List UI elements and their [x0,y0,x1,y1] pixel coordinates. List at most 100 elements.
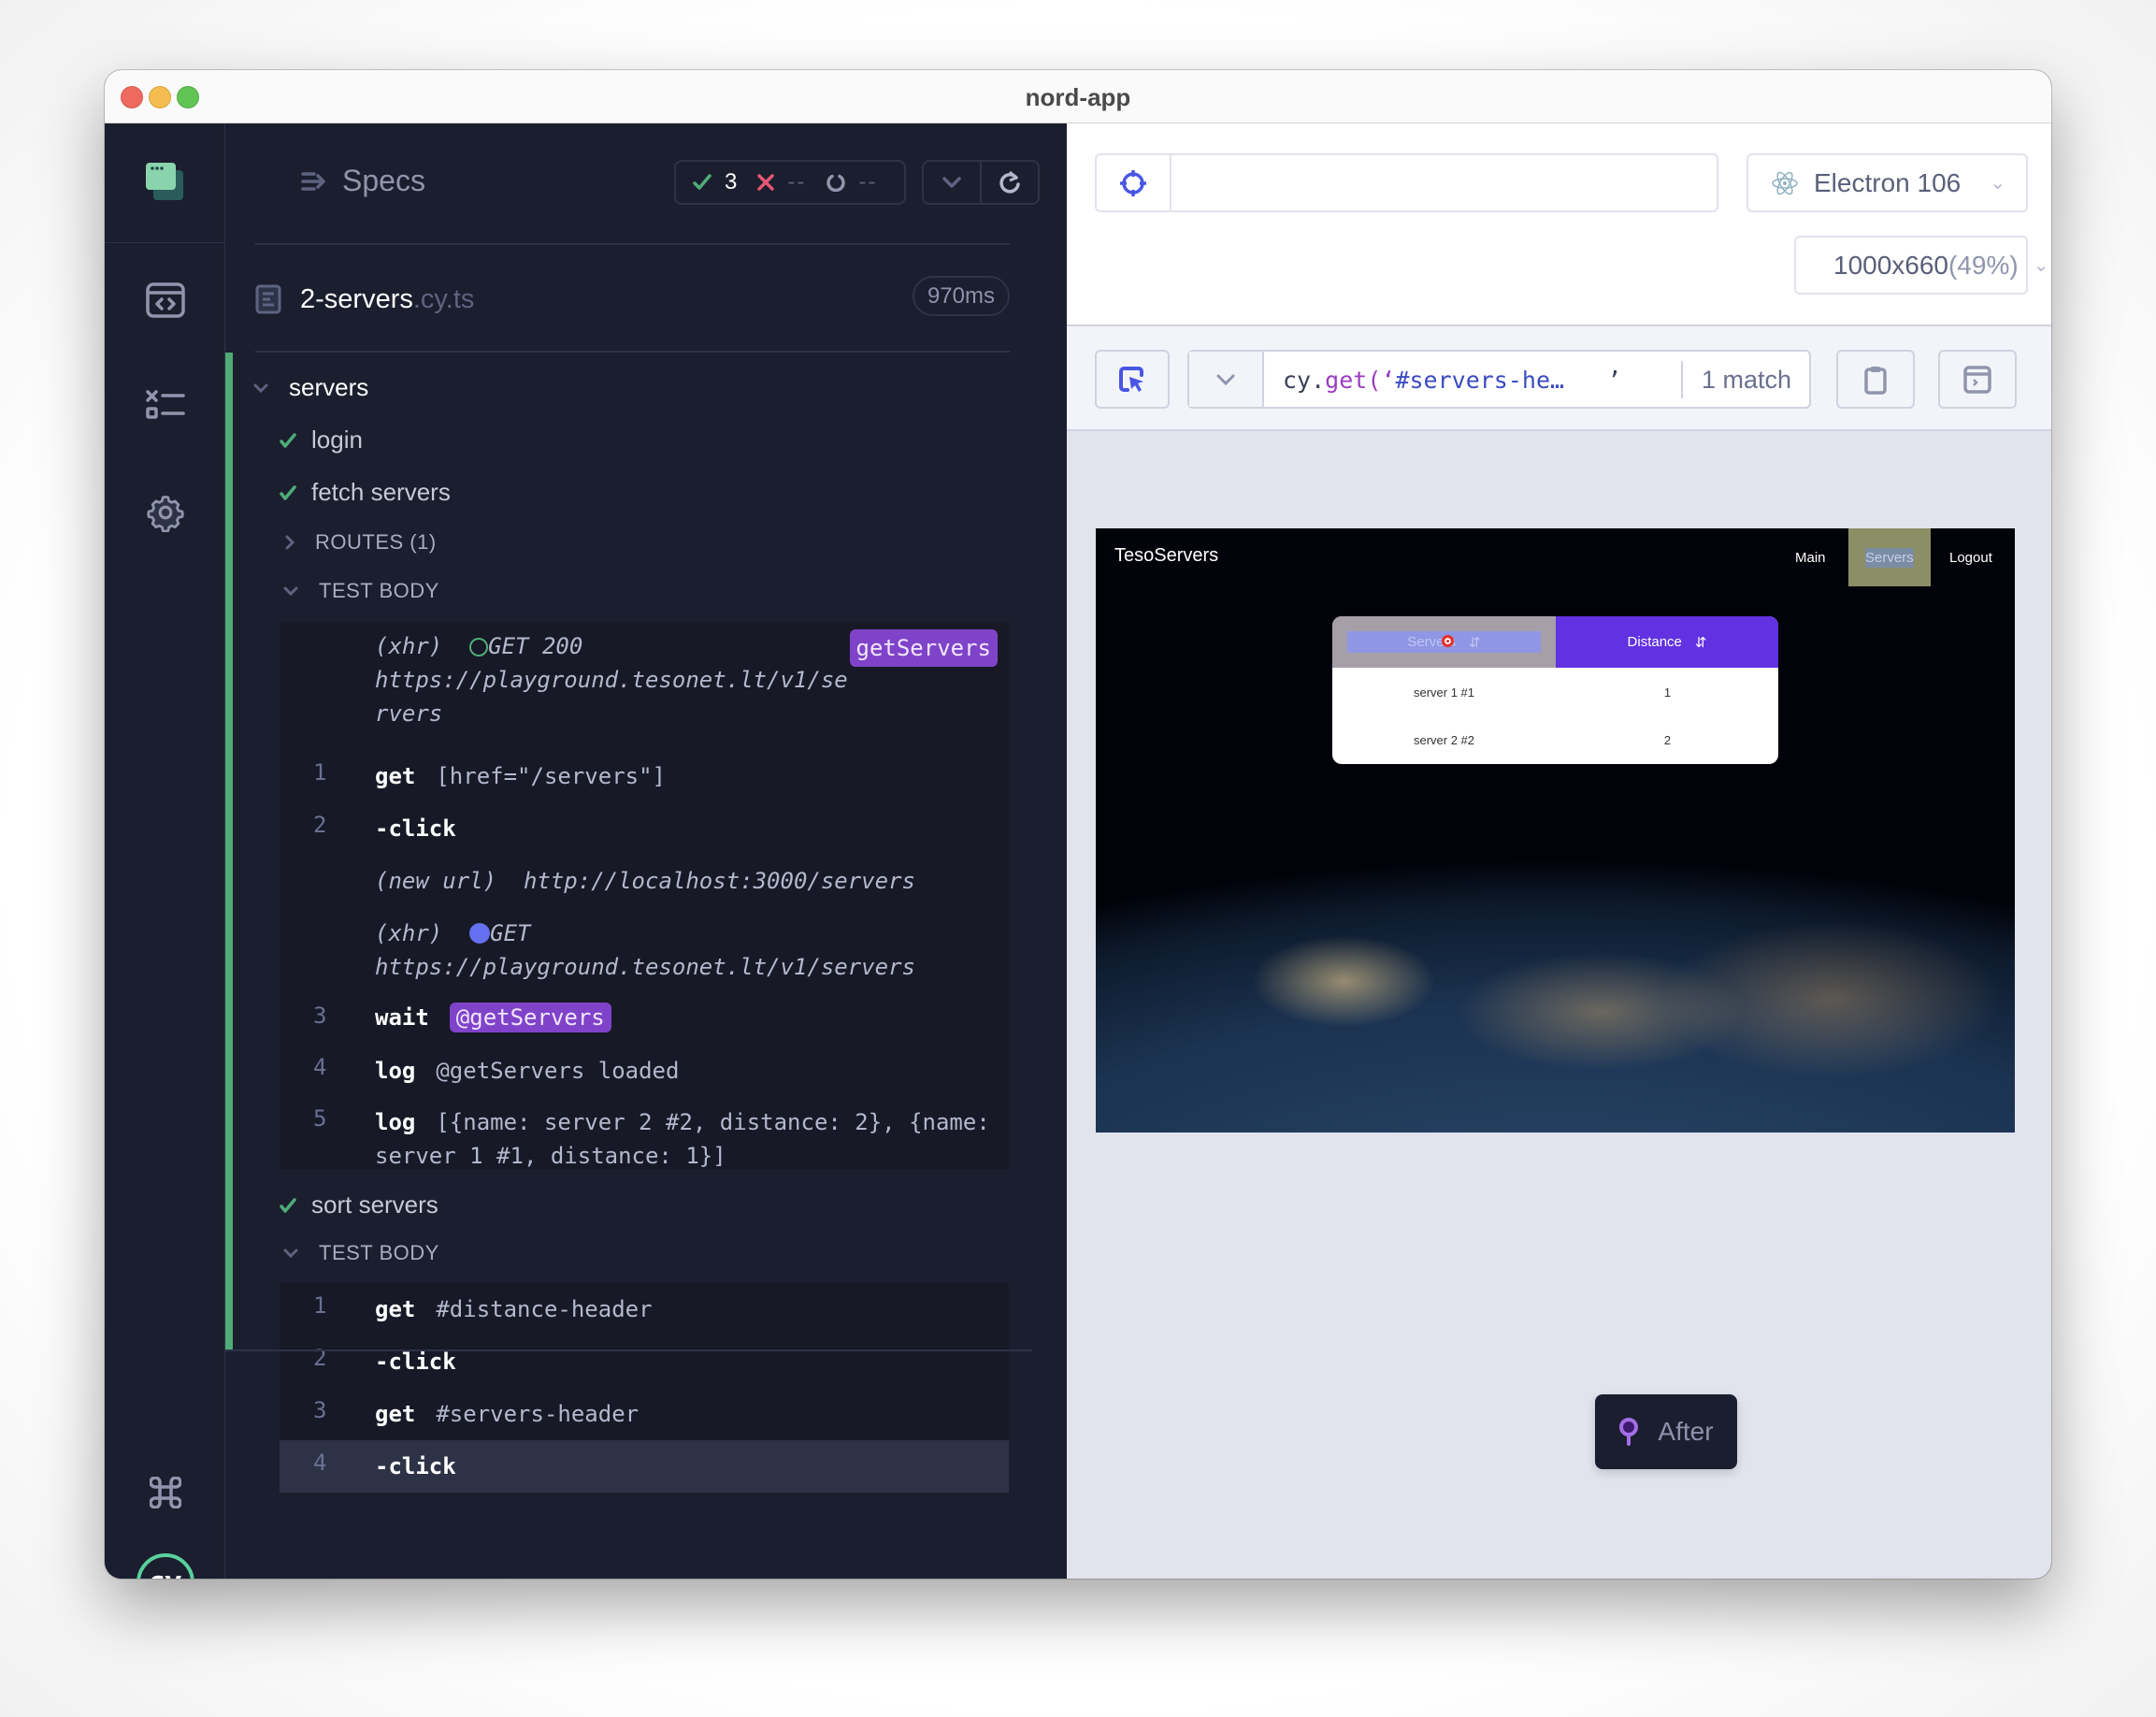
command-row-active[interactable]: 4 -click [280,1440,1009,1493]
new-url-value: http://localhost:3000/servers [523,868,915,894]
viewport-size: 1000x660(49%) [1833,251,2019,281]
file-extension: .cy.ts [412,283,475,314]
test-stats: 3 -- -- [674,160,906,205]
table-cell: 2 [1663,733,1672,747]
xhr-method: GET [490,920,531,946]
document-icon [255,284,281,314]
clipboard-icon [1864,366,1887,395]
pending-count: -- [858,169,878,195]
command-name: get [375,1296,416,1322]
specs-toggle[interactable]: Specs [301,164,425,198]
chevron-down-icon [283,1248,298,1258]
failed-count: -- [787,169,807,195]
test-body-toggle[interactable]: TEST BODY [283,579,439,603]
selector-playground-toggle[interactable] [1097,155,1171,210]
rerun-button[interactable] [982,162,1038,203]
chevron-down-icon [253,383,268,393]
cypress-logo[interactable]: cy [105,1551,225,1579]
aut-url-bar[interactable] [1095,153,1718,212]
selector-input[interactable]: cy.get(‘#servers-he…’ 1 match [1187,350,1811,409]
aut-nav-servers[interactable]: Servers [1848,528,1931,586]
xhr-url: https://playground.tesonet.lt/v1/servers [375,954,915,980]
alias-badge[interactable]: getServers [849,629,998,667]
passed-count: 3 [725,169,738,195]
reporter-controls [922,160,1040,205]
spec-file-header: 2-servers.cy.ts 970ms [255,248,1010,351]
table-cell: server 2 #2 [1413,733,1475,747]
copy-selector-button[interactable] [1836,350,1915,409]
click-indicator [1442,635,1454,647]
print-to-console-button[interactable] [1938,350,2017,409]
command-row[interactable]: 4 log @getServers loaded [280,1047,1009,1094]
sidebar-item-runs[interactable] [105,390,225,420]
test-login[interactable]: login [280,426,363,454]
table-cell: server 1 #1 [1413,685,1475,700]
pin-icon [1619,1418,1639,1446]
test-list-icon [145,390,185,419]
expand-collapse-button[interactable] [924,162,982,203]
command-new-url[interactable]: (new url) http://localhost:3000/servers [280,858,1009,904]
xhr-prefix: (xhr) [375,920,443,946]
sidebar-item-settings[interactable] [105,493,225,532]
viewport-dimensions: 1000x660 [1833,250,1949,280]
reload-icon [999,170,1020,194]
browser-select[interactable]: Electron 106 ⌄ [1746,153,2028,212]
sidebar-item-specs[interactable] [105,282,225,318]
electron-icon [1772,171,1798,195]
snapshot-after-button[interactable]: After [1595,1394,1737,1469]
sort-icon: ⇵ [1469,634,1481,651]
test-sort-servers[interactable]: sort servers [280,1190,438,1219]
command-name: -click [375,1453,456,1479]
aut-nav-logout[interactable]: Logout [1949,528,1992,586]
cypress-app-icon[interactable] [105,161,225,204]
aut-brand[interactable]: TesoServers [1114,545,1218,567]
command-name: get [375,1401,416,1427]
command-number: 3 [313,1003,327,1029]
command-row[interactable]: 1 get #distance-header [280,1283,1009,1335]
command-message: #servers-header [436,1401,640,1427]
chevron-down-icon [283,586,298,596]
crosshair-icon [1120,169,1146,196]
command-name: -click [375,1349,456,1375]
viewport-select[interactable]: 1000x660(49%) ⌄ [1794,236,2048,295]
command-row[interactable]: 5 log [{name: server 2 #2, distance: 2}, … [280,1099,1009,1169]
command-name: wait [375,1004,429,1031]
suite-title: servers [289,373,369,401]
suite-title-row[interactable]: servers [253,373,368,402]
command-xhr[interactable]: (xhr) GET 200 getServers https://playgro… [280,629,1009,742]
command-row[interactable]: 3 wait @getServers [280,996,1009,1043]
command-message: [href="/servers"] [436,763,666,789]
test-body-label: TEST BODY [319,1241,439,1264]
new-url-prefix: (new url) [375,868,497,894]
command-row[interactable]: 1 get [href="/servers"] [280,753,1009,800]
servers-header[interactable]: Servers ⇵ [1332,616,1556,668]
aut-nav-main[interactable]: Main [1795,528,1826,586]
distance-header[interactable]: Distance ⇵ [1556,616,1778,668]
sort-icon: ⇵ [1694,634,1707,651]
routes-section-toggle[interactable]: ROUTES (1) [285,530,437,555]
selector-open-paren: (‘ [1367,367,1396,394]
command-name: log [375,1109,416,1135]
command-xhr[interactable]: (xhr) GET https://playground.tesonet.lt/… [280,912,1009,987]
command-row[interactable]: 2 -click [280,805,1009,852]
title-bar: nord-app [105,70,2051,123]
command-number: 3 [313,1397,327,1423]
command-row[interactable]: 2 -click [280,1335,1009,1388]
suite-servers: servers login fetch servers ROUTES (1) T… [225,353,1032,1493]
alias-badge[interactable]: @getServers [449,1003,611,1032]
selector-method-dropdown[interactable] [1189,352,1264,407]
aut-iframe[interactable]: TesoServers Main Servers Logout Servers … [1096,528,2015,1133]
test-body-toggle[interactable]: TEST BODY [283,1241,439,1265]
command-name: -click [375,815,456,842]
selector-prefix: cy [1283,367,1312,394]
routes-section-label: ROUTES (1) [315,530,437,554]
test-fetch-servers[interactable]: fetch servers [280,478,451,507]
selector-code[interactable]: cy.get(‘#servers-he…’ [1283,367,1621,394]
element-picker-button[interactable] [1095,350,1170,409]
spec-file-name: 2-servers.cy.ts [300,284,474,315]
aut-navbar: TesoServers Main Servers Logout [1096,528,2015,586]
divider [1681,361,1683,398]
sidebar-item-shortcuts[interactable] [105,1477,225,1508]
command-number: 2 [313,812,327,838]
command-row[interactable]: 3 get #servers-header [280,1388,1009,1440]
